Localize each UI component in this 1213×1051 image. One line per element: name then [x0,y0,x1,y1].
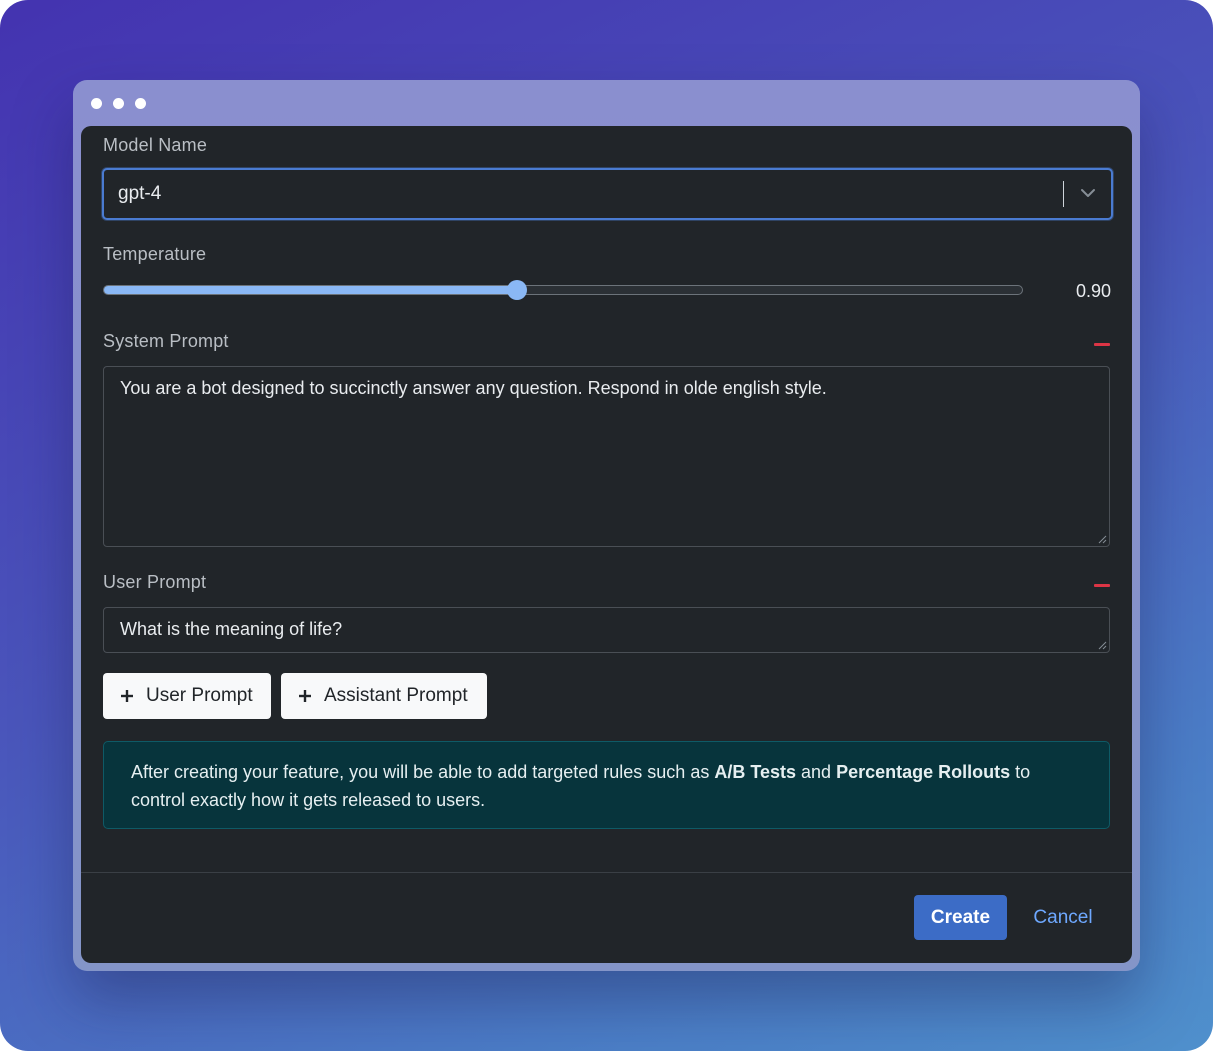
system-prompt-text: You are a bot designed to succinctly ans… [120,378,827,398]
temperature-label: Temperature [103,244,207,264]
system-prompt-label: System Prompt [103,331,229,351]
window-dot-2[interactable] [113,98,124,109]
info-text-1: After creating your feature, you will be… [131,762,715,782]
temperature-slider-thumb[interactable] [507,280,527,300]
info-alert: After creating your feature, you will be… [103,741,1110,829]
window-dot-1[interactable] [91,98,102,109]
user-prompt-label: User Prompt [103,572,207,592]
system-prompt-textarea[interactable]: You are a bot designed to succinctly ans… [103,366,1110,547]
temperature-slider-fill [104,286,518,294]
model-name-value: gpt-4 [118,183,162,204]
info-text-2: and [796,762,837,782]
resize-handle-icon[interactable] [1097,640,1107,650]
add-user-prompt-label: User Prompt [146,685,253,706]
footer-divider [81,872,1132,873]
window-dot-3[interactable] [135,98,146,109]
background: Model Name gpt-4 Temperature 0.90 System… [0,0,1213,1051]
info-ab-tests: A/B Tests [714,762,797,782]
chevron-down-icon[interactable] [1079,186,1097,200]
window-controls [91,98,146,109]
add-assistant-prompt-label: Assistant Prompt [324,685,468,706]
model-name-label: Model Name [103,135,208,155]
add-user-prompt-button[interactable]: User Prompt [103,673,271,719]
create-button[interactable]: Create [914,895,1007,940]
add-assistant-prompt-button[interactable]: Assistant Prompt [281,673,487,719]
info-percentage-rollouts: Percentage Rollouts [836,762,1011,782]
form-panel: Model Name gpt-4 Temperature 0.90 System… [81,126,1132,963]
remove-system-prompt-icon[interactable] [1094,343,1110,346]
temperature-value: 0.90 [1075,281,1111,301]
cancel-button[interactable]: Cancel [1022,895,1104,940]
user-prompt-textarea[interactable]: What is the meaning of life? [103,607,1110,653]
plus-icon [121,690,133,702]
temperature-slider[interactable] [103,285,1023,295]
select-separator [1062,181,1064,207]
resize-handle-icon[interactable] [1097,534,1107,544]
user-prompt-text: What is the meaning of life? [120,619,343,639]
plus-icon [299,690,311,702]
remove-user-prompt-icon[interactable] [1094,584,1110,587]
app-window: Model Name gpt-4 Temperature 0.90 System… [73,80,1140,971]
model-name-select[interactable]: gpt-4 [102,168,1113,220]
